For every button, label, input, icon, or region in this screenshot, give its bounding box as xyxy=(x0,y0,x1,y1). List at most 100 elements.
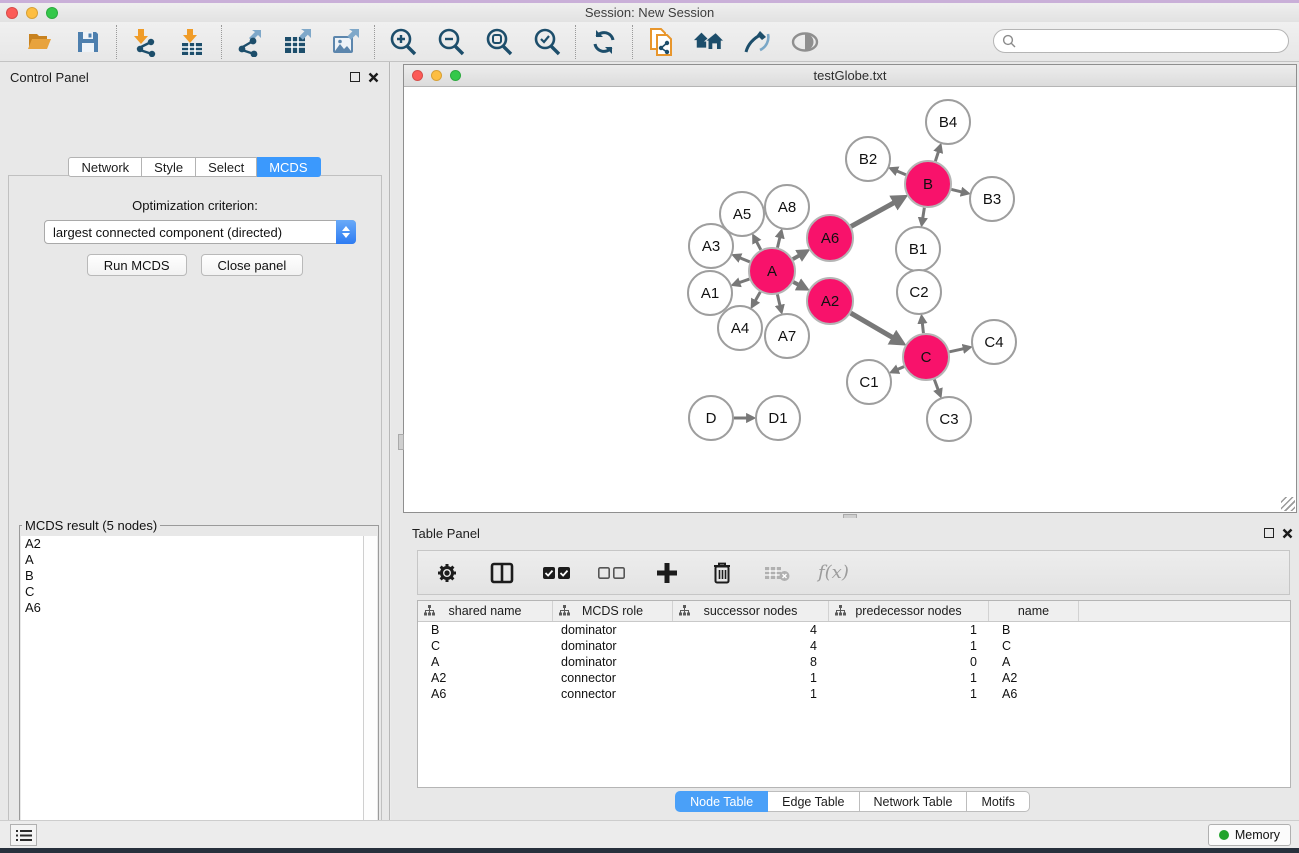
network-window-titlebar[interactable]: testGlobe.txt xyxy=(404,65,1296,87)
control-panel: Control Panel NetworkStyleSelectMCDS Opt… xyxy=(0,62,390,820)
resize-grip[interactable] xyxy=(1281,497,1295,511)
node-B4[interactable]: B4 xyxy=(926,100,970,144)
zoom-selected-icon[interactable] xyxy=(531,26,563,58)
edge-B-B3 xyxy=(951,189,961,191)
add-column-icon[interactable] xyxy=(653,559,681,587)
node-C2[interactable]: C2 xyxy=(897,270,941,314)
table-toolbar: f(x) xyxy=(417,550,1290,595)
column-header-predecessor-nodes[interactable]: predecessor nodes xyxy=(829,601,989,621)
criterion-dropdown[interactable]: largest connected component (directed) xyxy=(44,220,356,244)
cell-MCDS-role: connector xyxy=(553,671,673,685)
node-B2[interactable]: B2 xyxy=(846,137,890,181)
node-D1[interactable]: D1 xyxy=(756,396,800,440)
run-mcds-button[interactable]: Run MCDS xyxy=(87,254,187,276)
import-table-icon[interactable] xyxy=(177,26,209,58)
deselect-all-checkboxes-icon[interactable] xyxy=(598,559,626,587)
mcds-result-item[interactable]: A2 xyxy=(21,536,363,552)
save-session-icon[interactable] xyxy=(72,26,104,58)
mcds-result-item[interactable]: A xyxy=(21,552,363,568)
memory-button[interactable]: Memory xyxy=(1208,824,1291,846)
table-row[interactable]: Cdominator41C xyxy=(418,638,1290,654)
node-D[interactable]: D xyxy=(689,396,733,440)
column-header-MCDS-role[interactable]: MCDS role xyxy=(553,601,673,621)
open-session-icon[interactable] xyxy=(24,26,56,58)
export-network-icon[interactable] xyxy=(234,26,266,58)
node-A8[interactable]: A8 xyxy=(765,185,809,229)
node-A[interactable]: A xyxy=(749,248,795,294)
node-C3[interactable]: C3 xyxy=(927,397,971,441)
mcds-result-item[interactable]: B xyxy=(21,568,363,584)
node-C4[interactable]: C4 xyxy=(972,320,1016,364)
delete-table-icon xyxy=(763,559,791,587)
tab-select[interactable]: Select xyxy=(196,157,257,177)
table-settings-gear-icon[interactable] xyxy=(433,559,461,587)
tab-mcds[interactable]: MCDS xyxy=(257,157,320,177)
zoom-in-icon[interactable] xyxy=(387,26,419,58)
tab-edge-table[interactable]: Edge Table xyxy=(768,791,859,812)
result-scrollbar[interactable] xyxy=(364,536,377,853)
close-table-panel-icon[interactable] xyxy=(1282,528,1293,539)
table-row[interactable]: Adominator80A xyxy=(418,654,1290,670)
memory-label: Memory xyxy=(1235,828,1280,842)
tab-network-table[interactable]: Network Table xyxy=(860,791,968,812)
network-canvas[interactable]: B4B2BB3A8A5A6A3B1AA1C2A2A4A7C4CC1C3DD1 xyxy=(404,87,1296,512)
export-image-icon[interactable] xyxy=(330,26,362,58)
column-header-name[interactable]: name xyxy=(989,601,1079,621)
cell-shared-name: C xyxy=(418,639,553,653)
edge-A-A1 xyxy=(739,279,749,283)
export-table-icon[interactable] xyxy=(282,26,314,58)
style-brush-icon[interactable] xyxy=(741,26,773,58)
zoom-fit-icon[interactable] xyxy=(483,26,515,58)
tab-motifs[interactable]: Motifs xyxy=(967,791,1029,812)
cell-predecessor-nodes: 0 xyxy=(829,655,989,669)
cell-successor-nodes: 4 xyxy=(673,639,829,653)
svg-text:C1: C1 xyxy=(859,374,878,391)
splitter-handle-vertical[interactable] xyxy=(398,434,404,450)
search-input[interactable] xyxy=(993,29,1289,53)
mcds-result-item[interactable]: C xyxy=(21,584,363,600)
svg-text:A3: A3 xyxy=(702,238,720,255)
tab-style[interactable]: Style xyxy=(142,157,196,177)
show-column-panel-icon[interactable] xyxy=(488,559,516,587)
node-B[interactable]: B xyxy=(905,161,951,207)
select-all-checkboxes-icon[interactable] xyxy=(543,559,571,587)
edge-A6-B xyxy=(851,202,895,226)
tab-network[interactable]: Network xyxy=(68,157,142,177)
mcds-result-list[interactable]: A2ABCA6 xyxy=(21,536,364,853)
delete-column-trash-icon[interactable] xyxy=(708,559,736,587)
clone-network-icon[interactable] xyxy=(645,26,677,58)
dropdown-stepper-icon xyxy=(336,220,356,244)
close-panel-button[interactable]: Close panel xyxy=(201,254,304,276)
close-panel-icon[interactable] xyxy=(368,72,379,83)
tab-node-table[interactable]: Node Table xyxy=(675,791,768,812)
import-network-icon[interactable] xyxy=(129,26,161,58)
table-row[interactable]: A2connector11A2 xyxy=(418,670,1290,686)
node-A6[interactable]: A6 xyxy=(807,215,853,261)
svg-text:B3: B3 xyxy=(983,191,1001,208)
svg-text:B4: B4 xyxy=(939,114,957,131)
node-A4[interactable]: A4 xyxy=(718,306,762,350)
edge-A-A3 xyxy=(740,258,750,262)
column-header-successor-nodes[interactable]: successor nodes xyxy=(673,601,829,621)
node-C[interactable]: C xyxy=(903,334,949,380)
node-B3[interactable]: B3 xyxy=(970,177,1014,221)
home-icon[interactable] xyxy=(693,26,725,58)
node-A1[interactable]: A1 xyxy=(688,271,732,315)
table-row[interactable]: A6connector11A6 xyxy=(418,686,1290,702)
node-A7[interactable]: A7 xyxy=(765,314,809,358)
refresh-icon[interactable] xyxy=(588,26,620,58)
cell-shared-name: B xyxy=(418,623,553,637)
node-A2[interactable]: A2 xyxy=(807,278,853,324)
task-history-button[interactable] xyxy=(10,824,37,846)
zoom-out-icon[interactable] xyxy=(435,26,467,58)
mcds-result-item[interactable]: A6 xyxy=(21,600,363,616)
table-row[interactable]: Bdominator41B xyxy=(418,622,1290,638)
svg-text:A1: A1 xyxy=(701,285,719,302)
node-B1[interactable]: B1 xyxy=(896,227,940,271)
node-A3[interactable]: A3 xyxy=(689,224,733,268)
float-panel-icon[interactable] xyxy=(350,72,360,82)
edge-A-A8 xyxy=(777,237,779,247)
column-header-shared-name[interactable]: shared name xyxy=(418,601,553,621)
node-C1[interactable]: C1 xyxy=(847,360,891,404)
float-table-panel-icon[interactable] xyxy=(1264,528,1274,538)
